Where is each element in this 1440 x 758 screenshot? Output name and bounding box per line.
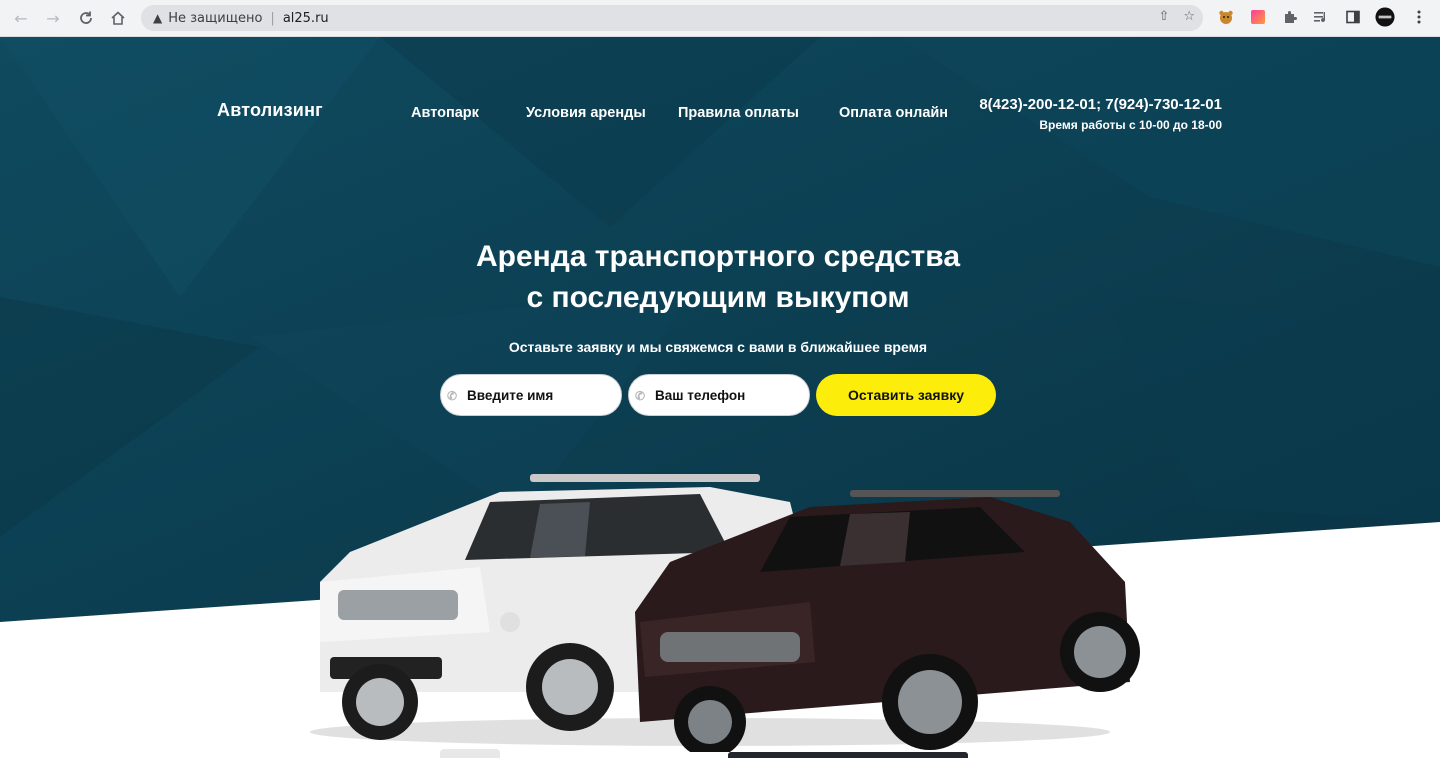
security-label[interactable]: Не защищено (168, 11, 262, 26)
nav-payment-rules[interactable]: Правила оплаты (678, 105, 799, 121)
nav-online-payment[interactable]: Оплата онлайн (839, 105, 948, 121)
menu-dots-icon[interactable] (1409, 7, 1429, 27)
extension-gradient-icon[interactable] (1248, 7, 1268, 27)
nav-rental-terms[interactable]: Условия аренды (526, 105, 646, 121)
star-icon[interactable]: ☆ (1183, 9, 1195, 24)
warning-icon[interactable]: ▲ (153, 11, 162, 25)
hero-title-line-1: Аренда транспортного средства (475, 240, 961, 273)
browser-toolbar: ← → ▲ Не защищено | al25.ru ⇧ ☆ (0, 0, 1440, 37)
hero-title-line-2: с последующим выкупом (526, 281, 910, 314)
site-logo[interactable]: Автолизинг (217, 100, 323, 121)
phone-input[interactable]: ✆ Ваш телефон (628, 374, 810, 416)
forward-icon[interactable]: → (42, 7, 64, 29)
hero-section: Автолизинг Автопарк Условия аренды Прави… (0, 37, 1440, 758)
working-hours: Время работы с 10-00 до 18-00 (1039, 118, 1222, 132)
nav-autopark[interactable]: Автопарк (411, 105, 479, 121)
profile-icon[interactable] (1375, 7, 1395, 27)
next-section-card-peek (728, 752, 968, 758)
url-text[interactable]: al25.ru (283, 11, 329, 26)
home-icon[interactable] (107, 7, 129, 29)
hero-subtitle: Оставьте заявку и мы свяжемся с вами в б… (508, 339, 928, 355)
media-icon[interactable] (1311, 7, 1331, 27)
share-icon[interactable]: ⇧ (1158, 9, 1169, 24)
phone-icon: ✆ (447, 389, 458, 403)
puzzle-icon[interactable] (1280, 7, 1300, 27)
omnibox-actions: ⇧ ☆ (1158, 9, 1195, 24)
submit-request-button[interactable]: Оставить заявку (816, 374, 996, 416)
reload-icon[interactable] (75, 7, 97, 29)
cars-image (310, 474, 1140, 752)
sidebar-icon[interactable] (1343, 7, 1363, 27)
contact-phone[interactable]: 8(423)-200-12-01; 7(924)-730-12-01 (964, 96, 1222, 113)
name-input[interactable]: ✆ Введите имя (440, 374, 622, 416)
name-input-placeholder: Введите имя (467, 387, 554, 403)
phone-icon: ✆ (635, 389, 646, 403)
extension-bear-icon[interactable] (1216, 7, 1236, 27)
omnibox-divider: | (270, 10, 275, 26)
back-icon[interactable]: ← (10, 7, 32, 29)
next-section-heading-peek (440, 749, 500, 758)
phone-input-placeholder: Ваш телефон (655, 387, 746, 403)
hero-title: Аренда транспортного средства с последую… (360, 236, 1076, 318)
address-bar[interactable]: ▲ Не защищено | al25.ru ⇧ ☆ (141, 5, 1203, 31)
